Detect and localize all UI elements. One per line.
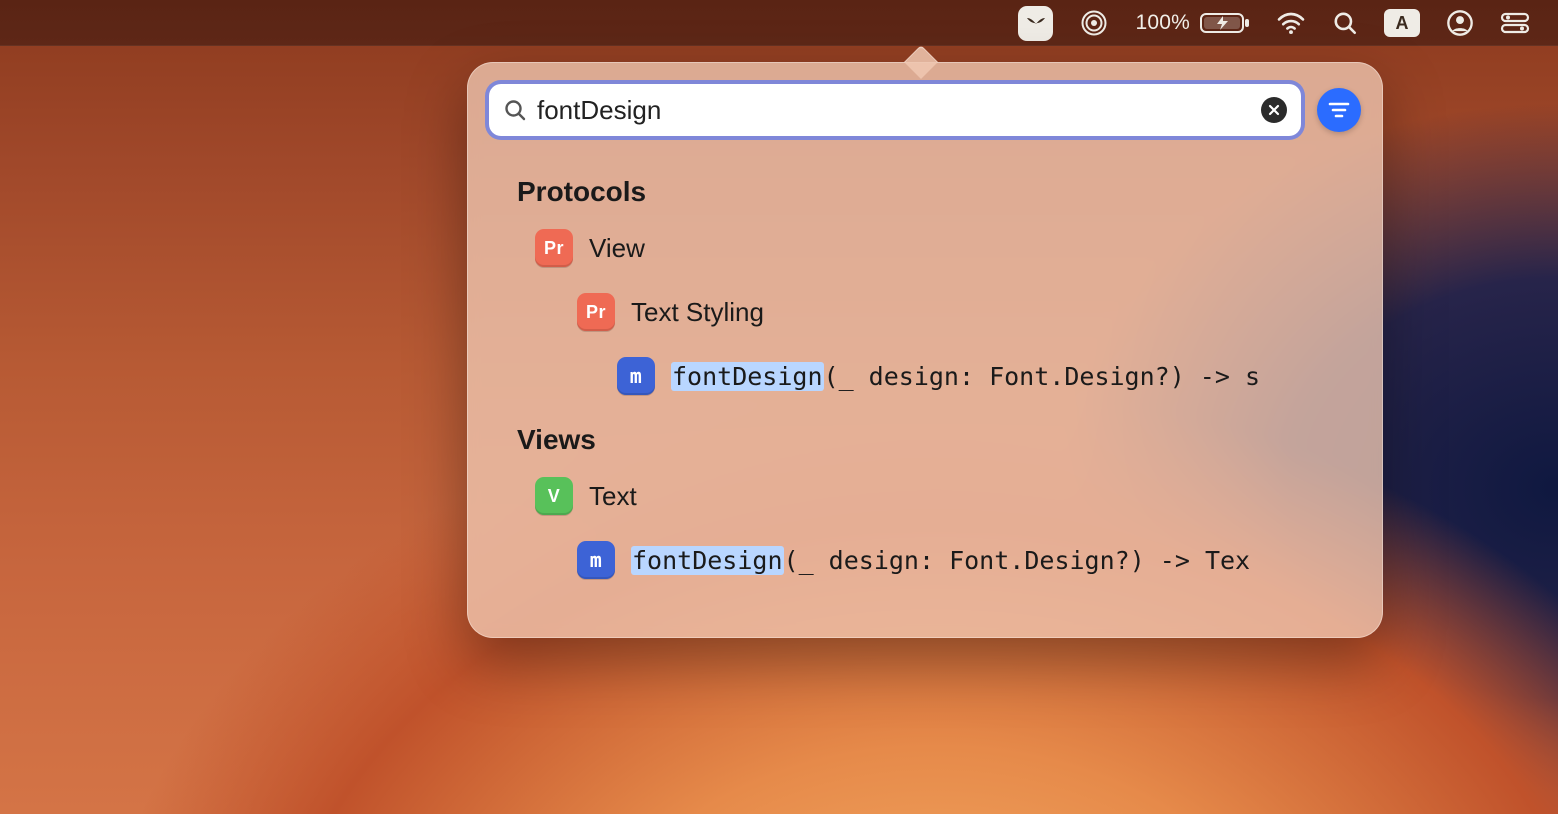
method-icon: m xyxy=(617,357,655,395)
results-list: Protocols Pr View Pr Text Styling m font… xyxy=(517,162,1361,620)
section-title: Views xyxy=(517,424,1361,456)
result-row[interactable]: Pr View xyxy=(517,222,1361,274)
battery-icon xyxy=(1200,11,1250,35)
control-center-icon[interactable] xyxy=(1500,0,1530,46)
clear-search-button[interactable] xyxy=(1261,97,1287,123)
protocol-icon: Pr xyxy=(577,293,615,331)
filter-button[interactable] xyxy=(1317,88,1361,132)
spotlight-icon[interactable] xyxy=(1332,0,1358,46)
result-label: Text xyxy=(589,481,637,512)
section-title: Protocols xyxy=(517,176,1361,208)
result-row[interactable]: m fontDesign(_ design: Font.Design?) -> … xyxy=(517,350,1361,402)
view-icon: V xyxy=(535,477,573,515)
wifi-icon[interactable] xyxy=(1276,0,1306,46)
app-menu-icon[interactable] xyxy=(1018,0,1053,46)
protocol-icon: Pr xyxy=(535,229,573,267)
result-row[interactable]: V Text xyxy=(517,470,1361,522)
result-signature: fontDesign(_ design: Font.Design?) -> Te… xyxy=(631,546,1250,575)
result-label: Text Styling xyxy=(631,297,764,328)
result-label: View xyxy=(589,233,645,264)
result-row[interactable]: m fontDesign(_ design: Font.Design?) -> … xyxy=(517,534,1361,586)
airdrop-icon[interactable] xyxy=(1079,0,1109,46)
search-box[interactable] xyxy=(489,84,1301,136)
search-popover: Protocols Pr View Pr Text Styling m font… xyxy=(467,62,1383,638)
user-icon[interactable] xyxy=(1446,0,1474,46)
result-signature: fontDesign(_ design: Font.Design?) -> s xyxy=(671,362,1260,391)
battery-percent: 100% xyxy=(1135,11,1190,35)
input-source-icon[interactable]: A xyxy=(1384,0,1420,46)
method-icon: m xyxy=(577,541,615,579)
menubar: 100% A xyxy=(0,0,1558,46)
search-row xyxy=(489,84,1361,136)
search-icon xyxy=(503,98,527,122)
battery-status[interactable]: 100% xyxy=(1135,0,1250,46)
search-input[interactable] xyxy=(537,95,1251,126)
result-row[interactable]: Pr Text Styling xyxy=(517,286,1361,338)
